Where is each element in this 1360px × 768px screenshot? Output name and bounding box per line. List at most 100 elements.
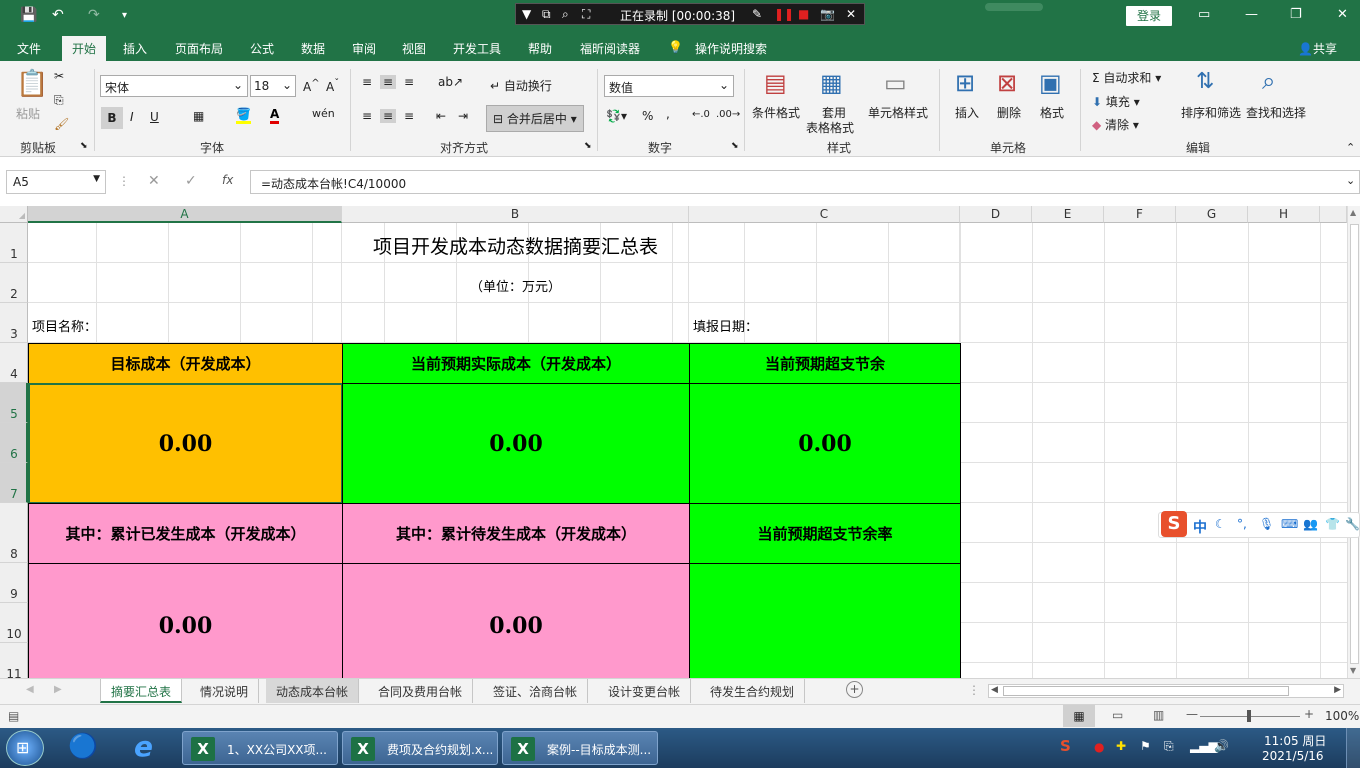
- font-name-select[interactable]: 宋体 ⌄: [100, 75, 248, 97]
- flag-tray-icon[interactable]: ⚑: [1140, 739, 1151, 753]
- sogou-tray-icon[interactable]: S: [1060, 737, 1071, 755]
- macro-record-icon[interactable]: ▤: [8, 709, 19, 723]
- autosum-button[interactable]: Σ 自动求和 ▾: [1092, 69, 1161, 86]
- zoom-out-icon[interactable]: —: [1186, 707, 1198, 721]
- cut-icon[interactable]: ✂: [54, 69, 64, 83]
- border-icon[interactable]: ▦: [193, 109, 204, 123]
- user-icon[interactable]: 👥: [1303, 517, 1318, 531]
- sort-filter-button[interactable]: 排序和筛选: [1181, 104, 1241, 121]
- alignment-launcher-icon[interactable]: ⬊: [584, 141, 592, 151]
- row-header-1[interactable]: 1: [0, 223, 28, 263]
- sogou-logo-icon[interactable]: S: [1161, 511, 1187, 537]
- row-header-8[interactable]: 8: [0, 503, 28, 563]
- align-right-icon[interactable]: ≡: [404, 109, 414, 123]
- login-button[interactable]: 登录: [1126, 6, 1172, 26]
- redo-icon[interactable]: ↷: [88, 7, 100, 23]
- tab-page-layout[interactable]: 页面布局: [175, 40, 223, 57]
- taskbar-item[interactable]: X 1、XX公司XX项...: [182, 731, 338, 765]
- percent-icon[interactable]: %: [642, 109, 653, 123]
- conditional-format-icon[interactable]: ▤: [764, 69, 787, 97]
- column-header-i[interactable]: [1320, 206, 1347, 223]
- name-box[interactable]: A5 ▼: [6, 170, 106, 194]
- rec-camera-icon[interactable]: 📷: [820, 7, 835, 21]
- find-select-icon[interactable]: ⌕: [1262, 67, 1275, 95]
- decrease-decimal-icon[interactable]: .00→: [716, 109, 740, 120]
- tab-review[interactable]: 审阅: [352, 40, 376, 57]
- tab-foxit[interactable]: 福昕阅读器: [580, 40, 640, 57]
- tab-formulas[interactable]: 公式: [250, 40, 274, 57]
- insert-function-icon[interactable]: fx: [222, 173, 233, 187]
- orientation-icon[interactable]: ab↗: [438, 75, 463, 89]
- align-top-icon[interactable]: ≡: [362, 75, 372, 89]
- zoom-level[interactable]: 100%: [1325, 709, 1359, 723]
- insert-cells-button[interactable]: 插入: [955, 104, 979, 121]
- column-header-e[interactable]: E: [1032, 206, 1104, 223]
- tab-home[interactable]: 开始: [62, 36, 107, 61]
- tools-icon[interactable]: 🔧: [1345, 517, 1360, 531]
- bold-button[interactable]: B: [101, 107, 123, 129]
- restore-icon[interactable]: ❐: [1290, 7, 1302, 22]
- formula-input[interactable]: =动态成本台帐!C4/10000: [250, 170, 1360, 194]
- format-painter-icon[interactable]: 🖌: [54, 117, 69, 131]
- next-sheet-icon[interactable]: ▶: [54, 684, 62, 695]
- save-icon[interactable]: 💾: [20, 7, 37, 23]
- worksheet-grid[interactable]: ◢ A B C D E F G H 1 2 3 4 5 6 7 8 9 10 1…: [0, 206, 1347, 678]
- delete-cells-icon[interactable]: ⊠: [997, 69, 1017, 97]
- conditional-format-button[interactable]: 条件格式: [752, 104, 800, 121]
- insert-cells-icon[interactable]: ⊞: [955, 69, 975, 97]
- row-header-2[interactable]: 2: [0, 263, 28, 303]
- add-sheet-icon[interactable]: +: [846, 681, 863, 698]
- rec-close-icon[interactable]: ✕: [846, 7, 856, 21]
- pending-cost-header[interactable]: 其中：累计待发生成本（开发成本）: [342, 503, 690, 564]
- column-header-b[interactable]: B: [342, 206, 689, 223]
- actual-cost-value[interactable]: 0.00: [342, 383, 690, 504]
- column-header-g[interactable]: G: [1176, 206, 1248, 223]
- rec-zoom-icon[interactable]: ⌕: [562, 7, 569, 22]
- normal-view-icon[interactable]: ▦: [1063, 705, 1095, 727]
- increase-font-icon[interactable]: A^: [303, 78, 320, 94]
- tab-data[interactable]: 数据: [301, 40, 325, 57]
- share-button[interactable]: 👤共享: [1298, 40, 1337, 57]
- rec-menu-icon[interactable]: ▼: [522, 7, 531, 21]
- plus-tray-icon[interactable]: ✚: [1116, 739, 1126, 753]
- moon-icon[interactable]: ☾: [1215, 517, 1226, 531]
- tab-insert[interactable]: 插入: [123, 40, 147, 57]
- format-cells-icon[interactable]: ▣: [1039, 69, 1062, 97]
- underline-button[interactable]: U: [150, 110, 159, 124]
- incurred-cost-value[interactable]: 0.00: [28, 563, 343, 678]
- sheet-tab-pending-contracts[interactable]: 待发生合约规划: [700, 679, 806, 703]
- row-header-10[interactable]: 10: [0, 603, 28, 643]
- usb-tray-icon[interactable]: ⎘: [1164, 739, 1174, 754]
- clock-date[interactable]: 2021/5/16: [1262, 749, 1324, 763]
- find-select-button[interactable]: 查找和选择: [1246, 104, 1306, 121]
- rec-stop-icon[interactable]: ■: [798, 7, 809, 21]
- wrap-text-button[interactable]: ↵ 自动换行: [490, 77, 552, 94]
- align-left-icon[interactable]: ≡: [362, 109, 372, 123]
- scroll-left-icon[interactable]: ◀: [991, 685, 998, 695]
- paste-button[interactable]: 粘贴: [16, 105, 40, 122]
- increase-indent-icon[interactable]: ⇥: [458, 109, 468, 123]
- scrollbar-thumb[interactable]: [1003, 686, 1289, 696]
- surplus-value[interactable]: 0.00: [689, 383, 961, 504]
- merge-center-button[interactable]: ⊟ 合并后居中 ▾: [486, 105, 584, 132]
- splitter-icon[interactable]: ⋮: [968, 683, 980, 697]
- clipboard-launcher-icon[interactable]: ⬊: [80, 141, 88, 151]
- select-all-button[interactable]: ◢: [0, 206, 28, 223]
- zoom-slider-thumb[interactable]: [1247, 710, 1251, 722]
- tab-help[interactable]: 帮助: [528, 40, 552, 57]
- delete-cells-button[interactable]: 删除: [997, 104, 1021, 121]
- rec-region-icon[interactable]: ⛶: [582, 7, 590, 22]
- ribbon-display-icon[interactable]: ▭: [1198, 7, 1210, 22]
- decrease-font-icon[interactable]: Aˇ: [326, 78, 339, 94]
- sheet-tab-design-changes[interactable]: 设计变更台帐: [598, 679, 692, 703]
- decrease-indent-icon[interactable]: ⇤: [436, 109, 446, 123]
- column-header-h[interactable]: H: [1248, 206, 1320, 223]
- phonetic-icon[interactable]: wén: [312, 107, 335, 120]
- copy-icon[interactable]: ⎘: [54, 93, 64, 108]
- page-layout-view-icon[interactable]: ▭: [1112, 708, 1123, 722]
- column-header-d[interactable]: D: [960, 206, 1032, 223]
- tab-developer[interactable]: 开发工具: [453, 40, 501, 57]
- prev-sheet-icon[interactable]: ◀: [26, 684, 34, 695]
- align-center-icon[interactable]: ≡: [380, 109, 397, 123]
- scroll-down-icon[interactable]: ▼: [1350, 666, 1356, 675]
